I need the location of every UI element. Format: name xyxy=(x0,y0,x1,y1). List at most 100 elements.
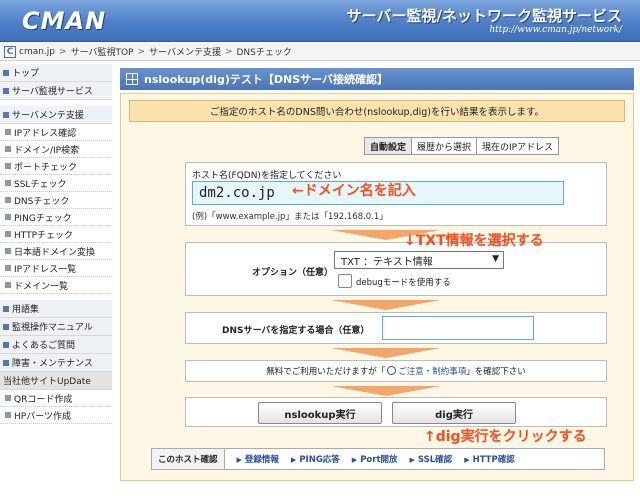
nslookup-run-button[interactable]: nslookup実行 xyxy=(258,402,382,424)
breadcrumb-separator: > xyxy=(59,46,67,57)
bullet-icon xyxy=(5,163,11,169)
quick-link-label: Port開放 xyxy=(360,455,398,465)
quick-link-port[interactable]: ▶ Port開放 xyxy=(352,453,398,465)
triangle-right-icon: ▶ xyxy=(409,456,415,464)
breadcrumb-separator: > xyxy=(137,46,146,57)
sidebar-item-domain-list[interactable]: ドメイン一覧 xyxy=(0,277,112,294)
sidebar-item-incidents[interactable]: 障害・メンテナンス xyxy=(0,354,112,372)
bullet-icon xyxy=(3,111,9,118)
bullet-icon xyxy=(3,305,9,312)
sidebar-item-label: SSLチェック xyxy=(14,179,67,190)
page-title-bar: nslookup(dig)テスト【DNSサーバ接続確認】 xyxy=(120,68,634,90)
quick-link-label: PING応答 xyxy=(299,455,340,465)
sidebar-item-qr-code[interactable]: QRコード作成 xyxy=(0,390,112,407)
info-circle-icon xyxy=(387,365,397,375)
sidebar-item-label: トップ xyxy=(12,69,40,79)
sidebar-item-dns-check[interactable]: DNSチェック xyxy=(0,192,112,209)
quick-link-ssl[interactable]: ▶ SSL確認 xyxy=(410,453,453,465)
sidebar-item-glossary[interactable]: 用語集 xyxy=(0,300,112,318)
sidebar-item-label: 監視操作マニュアル xyxy=(12,323,93,333)
bullet-icon xyxy=(5,395,11,401)
sidebar-item-monitoring[interactable]: サーバ監視サービス xyxy=(0,82,112,100)
breadcrumb-separator: > xyxy=(224,46,233,57)
quick-link-registration[interactable]: ▶ 登録情報 xyxy=(237,453,279,465)
cman-icon: C xyxy=(4,45,16,58)
sidebar-item-label: 日本語ドメイン変換 xyxy=(14,247,96,258)
sidebar-item-ping-check[interactable]: PINGチェック xyxy=(0,209,112,226)
sidebar-item-label: 障害・メンテナンス xyxy=(12,359,93,369)
bullet-icon xyxy=(5,197,11,203)
quick-link-label: HTTP確認 xyxy=(472,455,515,465)
sidebar-item-label: HTTPチェック xyxy=(14,230,74,241)
flow-arrow-icon xyxy=(331,348,441,358)
breadcrumb-item-server-top[interactable]: サーバ監視TOP xyxy=(71,45,134,58)
sidebar-item-label: PINGチェック xyxy=(14,213,72,224)
dns-server-label: DNSサーバを指定する場合（任意） xyxy=(222,326,370,336)
fqdn-example: (例)「www.example.jp」または「192.168.0.1」 xyxy=(192,212,388,222)
triangle-right-icon: ▶ xyxy=(464,456,470,464)
sidebar-item-label: IPアドレス確認 xyxy=(14,128,77,139)
sidebar-item-label: DNSチェック xyxy=(14,196,70,207)
bullet-icon xyxy=(5,180,11,186)
sidebar-item-maintenance[interactable]: サーバメンテ支援 xyxy=(0,106,112,124)
sidebar-item-http-check[interactable]: HTTPチェック xyxy=(0,226,112,243)
flow-arrow-icon xyxy=(331,300,441,310)
tab-auto[interactable]: 自動設定 xyxy=(364,137,413,155)
bullet-icon xyxy=(5,282,11,288)
sidebar-item-label: サーバメンテ支援 xyxy=(12,111,84,121)
sidebar-item-top[interactable]: トップ xyxy=(0,64,112,82)
bullet-icon xyxy=(3,69,9,76)
sidebar-item-label: ポートチェック xyxy=(14,162,78,173)
sidebar-item-ip-check[interactable]: IPアドレス確認 xyxy=(0,124,112,141)
sidebar-item-label: サーバ監視サービス xyxy=(12,87,93,97)
triangle-right-icon: ▶ xyxy=(236,456,242,464)
execute-section: nslookup実行 dig実行 xyxy=(185,397,607,427)
site-header: CMAN サーバー監視/ネットワーク監視サービス http://www.cman… xyxy=(0,0,640,42)
debug-checkbox[interactable] xyxy=(338,274,352,288)
sidebar-item-domain-search[interactable]: ドメイン/IP検索 xyxy=(0,141,112,158)
dns-server-input[interactable] xyxy=(382,316,534,340)
quick-link-label: 登録情報 xyxy=(244,455,279,465)
chevron-down-icon: ▼ xyxy=(492,254,499,264)
bullet-icon xyxy=(3,323,9,330)
annotation-select-txt: ↓TXT情報を選択する xyxy=(404,233,544,249)
site-logo[interactable]: CMAN xyxy=(22,7,106,35)
bullet-icon xyxy=(3,359,9,366)
header-url: http://www.cman.jp/network/ xyxy=(489,25,622,35)
breadcrumb-item-home[interactable]: cman.jp xyxy=(19,47,55,57)
intro-text: ご指定のホスト名のDNS問い合わせ(nslookup,dig)を行い結果を表示し… xyxy=(129,100,625,122)
tab-current-ip[interactable]: 現在のIPアドレス xyxy=(476,137,560,155)
tab-history[interactable]: 履歴から選択 xyxy=(411,137,478,155)
bullet-icon xyxy=(5,412,11,418)
bullet-icon xyxy=(3,341,9,348)
bullet-icon xyxy=(5,265,11,271)
sidebar-item-manual[interactable]: 監視操作マニュアル xyxy=(0,318,112,336)
quick-links-title: このホスト確認 xyxy=(152,449,225,469)
bullet-icon xyxy=(5,248,11,254)
dig-run-button[interactable]: dig実行 xyxy=(392,402,516,424)
notice-link[interactable]: ご注意・制約事項 xyxy=(398,365,466,377)
breadcrumb-item-maintenance[interactable]: サーバメンテ支援 xyxy=(149,45,221,58)
sidebar-item-hp-parts[interactable]: HPパーツ作成 xyxy=(0,407,112,424)
sidebar-item-label: IPアドレス一覧 xyxy=(14,264,77,275)
sidebar-item-ip-list[interactable]: IPアドレス一覧 xyxy=(0,260,112,277)
bullet-icon xyxy=(5,129,11,135)
host-quick-links: このホスト確認 ▶ 登録情報 ▶ PING応答 ▶ Port開放 ▶ SSL確認 ▶ HT… xyxy=(151,448,605,470)
quick-link-ping[interactable]: ▶ PING応答 xyxy=(291,453,340,465)
sidebar-item-ssl-check[interactable]: SSLチェック xyxy=(0,175,112,192)
quick-link-http[interactable]: ▶ HTTP確認 xyxy=(464,453,515,465)
sidebar-item-port-check[interactable]: ポートチェック xyxy=(0,158,112,175)
debug-checkbox-label: debugモードを使用する xyxy=(356,278,451,288)
sidebar: トップ サーバ監視サービス サーバメンテ支援 IPアドレス確認 ドメイン/IP検… xyxy=(0,64,112,500)
notice-section: 無料でご利用いただけますが「 ご注意・制約事項 」を確認下さい xyxy=(185,360,607,382)
record-type-select[interactable]: TXT ：テキスト情報 ▼ xyxy=(334,251,504,269)
breadcrumb: C cman.jp > サーバ監視TOP > サーバメンテ支援 > DNSチェッ… xyxy=(0,43,640,61)
annotation-enter-domain: ←ドメイン名を記入 xyxy=(292,183,416,199)
breadcrumb-item-current: DNSチェック xyxy=(236,48,292,58)
sidebar-item-jp-domain[interactable]: 日本語ドメイン変換 xyxy=(0,243,112,260)
bullet-icon xyxy=(5,231,11,237)
sidebar-item-faq[interactable]: よくあるご質問 xyxy=(0,336,112,354)
sidebar-item-label: QRコード作成 xyxy=(14,394,73,405)
sidebar-section-other-sites: 当社他サイトUpDate xyxy=(0,372,112,390)
annotation-click-dig: ↑dig実行をクリックする xyxy=(424,429,587,445)
